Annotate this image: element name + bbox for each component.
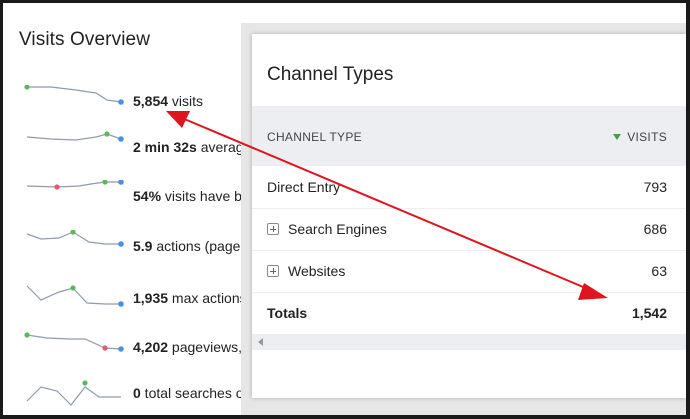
channel-types-widget: Channel Types CHANNEL TYPE VISITS Direct…: [252, 34, 686, 398]
sparkline-max-actions: [26, 285, 124, 307]
metric-value: 0: [133, 385, 141, 401]
scroll-left-arrow-icon[interactable]: [258, 338, 263, 346]
column-header-visits-label: VISITS: [627, 130, 667, 144]
metric-label: max actions: [168, 290, 247, 306]
metric-row-searches[interactable]: 0 total searches o: [21, 377, 261, 409]
sort-desc-icon: [613, 134, 622, 140]
metric-value: 4,202: [133, 339, 169, 355]
sparkline-bounce: [26, 180, 124, 190]
sparkline-pageviews: [24, 332, 124, 352]
column-header-channel-type[interactable]: CHANNEL TYPE: [267, 130, 362, 144]
metric-row-visits[interactable]: 5,854 visits: [21, 85, 261, 117]
metric-label: total searches o: [140, 385, 244, 401]
table-header: CHANNEL TYPE VISITS: [252, 106, 686, 166]
table-row-websites[interactable]: Websites 63: [252, 250, 686, 293]
metric-row-max-actions[interactable]: 1,935 max actions: [21, 282, 261, 314]
metric-label: visits: [168, 93, 204, 109]
row-value: 63: [651, 263, 667, 279]
expand-plus-icon[interactable]: [267, 223, 279, 235]
metric-row-actions[interactable]: 5.9 actions (page: [21, 230, 261, 262]
column-header-visits[interactable]: VISITS: [613, 130, 667, 144]
sparkline-actions: [26, 230, 124, 247]
metric-label: actions (page: [152, 238, 241, 254]
app-frame: Visits Overview 5,854 visits 2 min 32s a…: [3, 3, 686, 415]
channel-types-title: Channel Types: [267, 64, 394, 85]
metric-value: 1,935: [133, 290, 169, 306]
metric-value: 5.9: [133, 238, 153, 254]
metric-value: 54%: [133, 188, 162, 204]
totals-label: Totals: [267, 305, 308, 321]
metric-value: 2 min 32s: [133, 139, 197, 155]
horizontal-scrollbar[interactable]: [252, 334, 686, 350]
metric-label: pageviews,: [168, 339, 242, 355]
metric-label: visits have bo: [161, 188, 250, 204]
table-row-totals: Totals 1,542: [252, 292, 686, 334]
totals-value: 1,542: [631, 305, 667, 321]
metric-row-pageviews[interactable]: 4,202 pageviews,: [21, 331, 261, 363]
row-label: Direct Entry: [267, 179, 341, 195]
metric-row-bounce[interactable]: 54% visits have bo: [21, 180, 261, 212]
row-value: 793: [643, 179, 667, 195]
metric-label: averag: [196, 139, 244, 155]
sparkline-searches: [26, 380, 121, 406]
row-label: Websites: [288, 263, 346, 279]
sparkline-visits: [24, 85, 124, 105]
metric-row-avg-time[interactable]: 2 min 32s averag: [21, 131, 261, 163]
sparkline-avg-time: [26, 131, 124, 142]
expand-plus-icon[interactable]: [267, 265, 279, 277]
table-row-direct-entry[interactable]: Direct Entry 793: [252, 166, 686, 209]
metric-value: 5,854: [133, 93, 169, 109]
row-value: 686: [643, 221, 667, 237]
table-row-search-engines[interactable]: Search Engines 686: [252, 208, 686, 251]
row-label: Search Engines: [288, 221, 387, 237]
visits-overview-title: Visits Overview: [19, 29, 151, 50]
